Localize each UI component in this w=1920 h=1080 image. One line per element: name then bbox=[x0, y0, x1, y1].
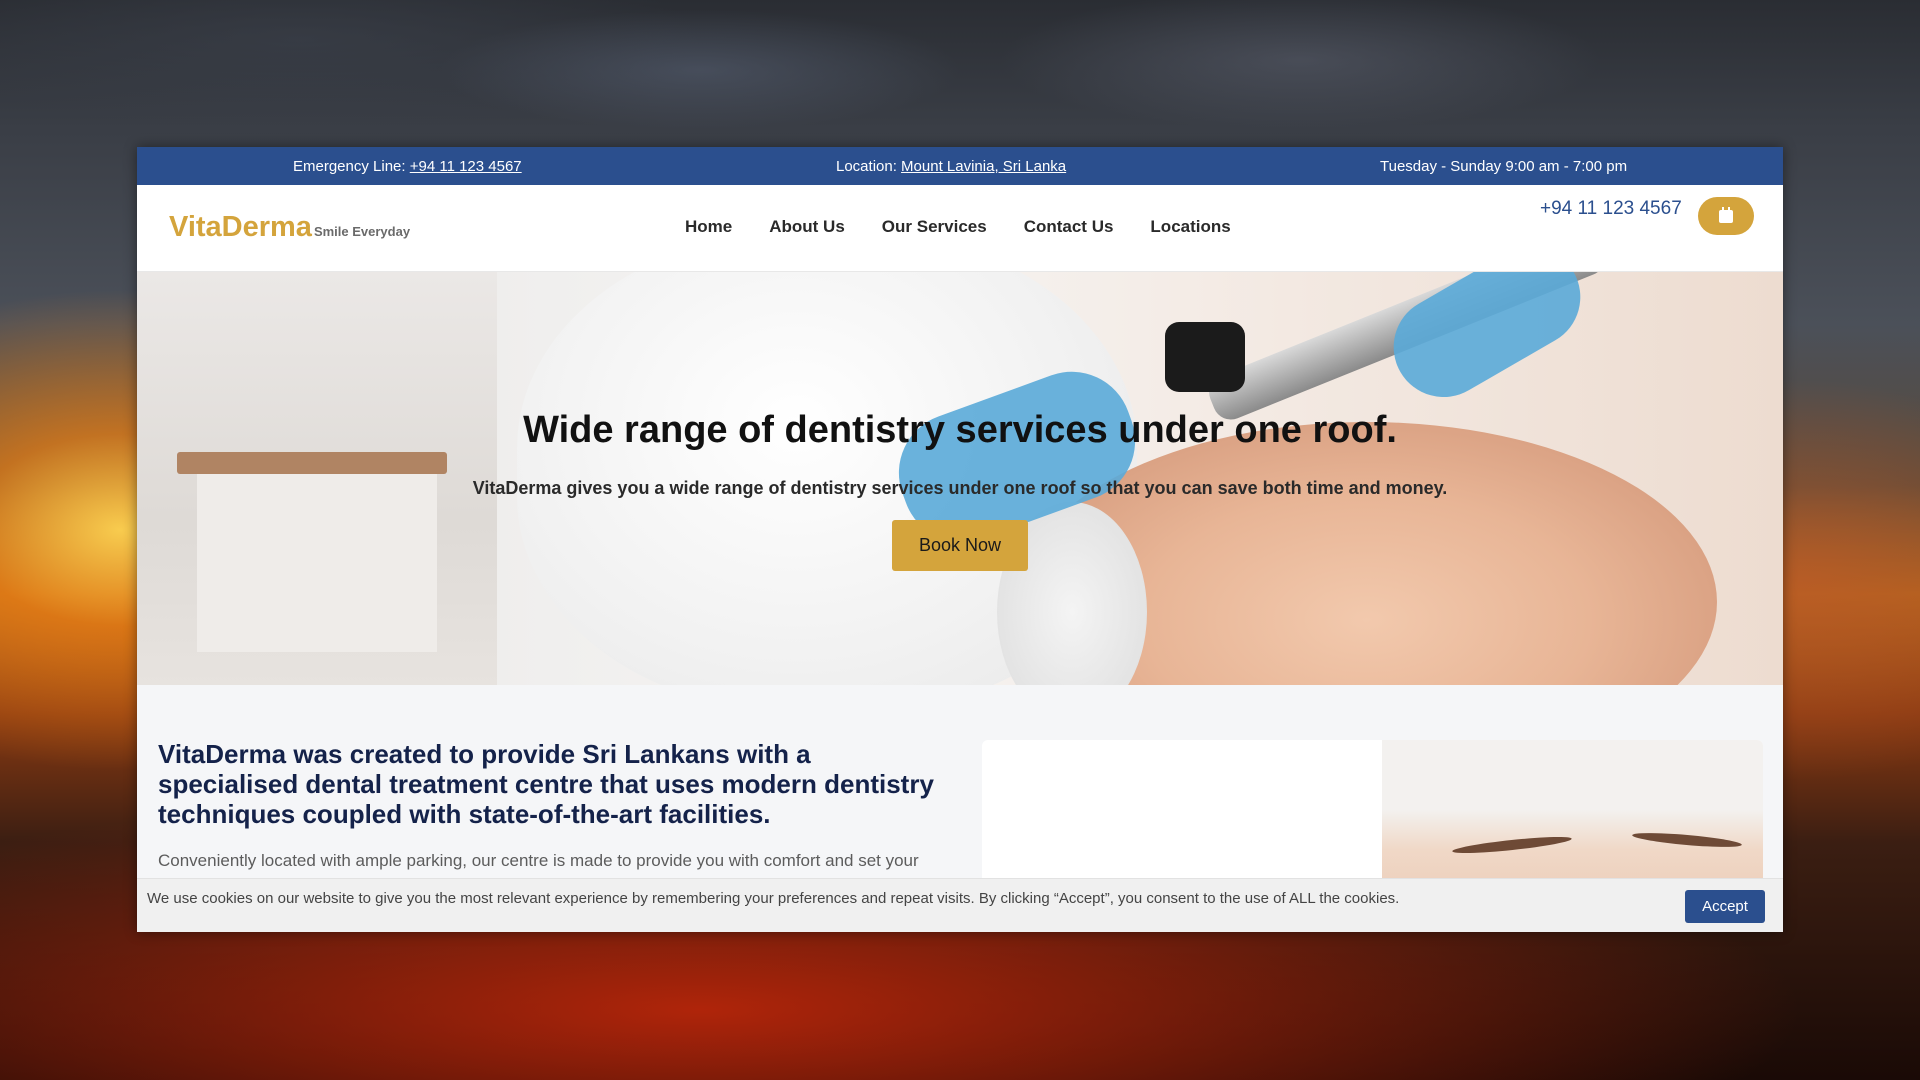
location-info: Location: Mount Lavinia, Sri Lanka bbox=[836, 158, 1066, 175]
hero-content: Wide range of dentistry services under o… bbox=[137, 409, 1783, 571]
location-link[interactable]: Mount Lavinia, Sri Lanka bbox=[901, 158, 1066, 175]
nav-about-us[interactable]: About Us bbox=[769, 217, 845, 237]
emergency-phone-link[interactable]: +94 11 123 4567 bbox=[410, 158, 522, 175]
cookie-text: We use cookies on our website to give yo… bbox=[147, 890, 1400, 907]
location-label: Location: bbox=[836, 158, 902, 175]
cookie-accept-button[interactable]: Accept bbox=[1685, 890, 1765, 923]
header-phone[interactable]: +94 11 123 4567 bbox=[1540, 198, 1682, 220]
hero-title: Wide range of dentistry services under o… bbox=[523, 409, 1397, 451]
top-info-bar: Emergency Line: +94 11 123 4567 Location… bbox=[137, 147, 1783, 185]
site-logo[interactable]: VitaDerma Smile Everyday bbox=[169, 211, 410, 244]
site-header: VitaDerma Smile Everyday Home About Us Ou… bbox=[137, 185, 1783, 272]
logo-tagline: Smile Everyday bbox=[313, 224, 411, 239]
calendar-icon bbox=[1719, 206, 1733, 223]
about-title: VitaDerma was created to provide Sri Lan… bbox=[158, 739, 934, 829]
nav-locations[interactable]: Locations bbox=[1150, 217, 1230, 237]
opening-hours: Tuesday - Sunday 9:00 am - 7:00 pm bbox=[1380, 158, 1628, 175]
nav-our-services[interactable]: Our Services bbox=[882, 217, 987, 237]
emergency-label: Emergency Line: bbox=[293, 158, 410, 175]
logo-text: VitaDerma bbox=[169, 211, 312, 243]
browser-page: Emergency Line: +94 11 123 4567 Location… bbox=[137, 147, 1783, 932]
hero-dermatoscope-lens bbox=[1165, 322, 1245, 392]
emergency-line: Emergency Line: +94 11 123 4567 bbox=[293, 158, 522, 175]
appointment-button[interactable] bbox=[1698, 197, 1754, 235]
main-nav: Home About Us Our Services Contact Us Lo… bbox=[685, 217, 1268, 237]
cookie-consent-bar: We use cookies on our website to give yo… bbox=[137, 878, 1783, 932]
nav-home[interactable]: Home bbox=[685, 217, 732, 237]
book-now-button[interactable]: Book Now bbox=[891, 520, 1029, 571]
hero-banner: Wide range of dentistry services under o… bbox=[137, 272, 1783, 685]
hero-subtitle: VitaDerma gives you a wide range of dent… bbox=[472, 478, 1448, 498]
hero-glove-right bbox=[1375, 272, 1599, 416]
nav-contact-us[interactable]: Contact Us bbox=[1024, 217, 1114, 237]
about-text: Conveniently located with ample parking,… bbox=[158, 851, 919, 870]
